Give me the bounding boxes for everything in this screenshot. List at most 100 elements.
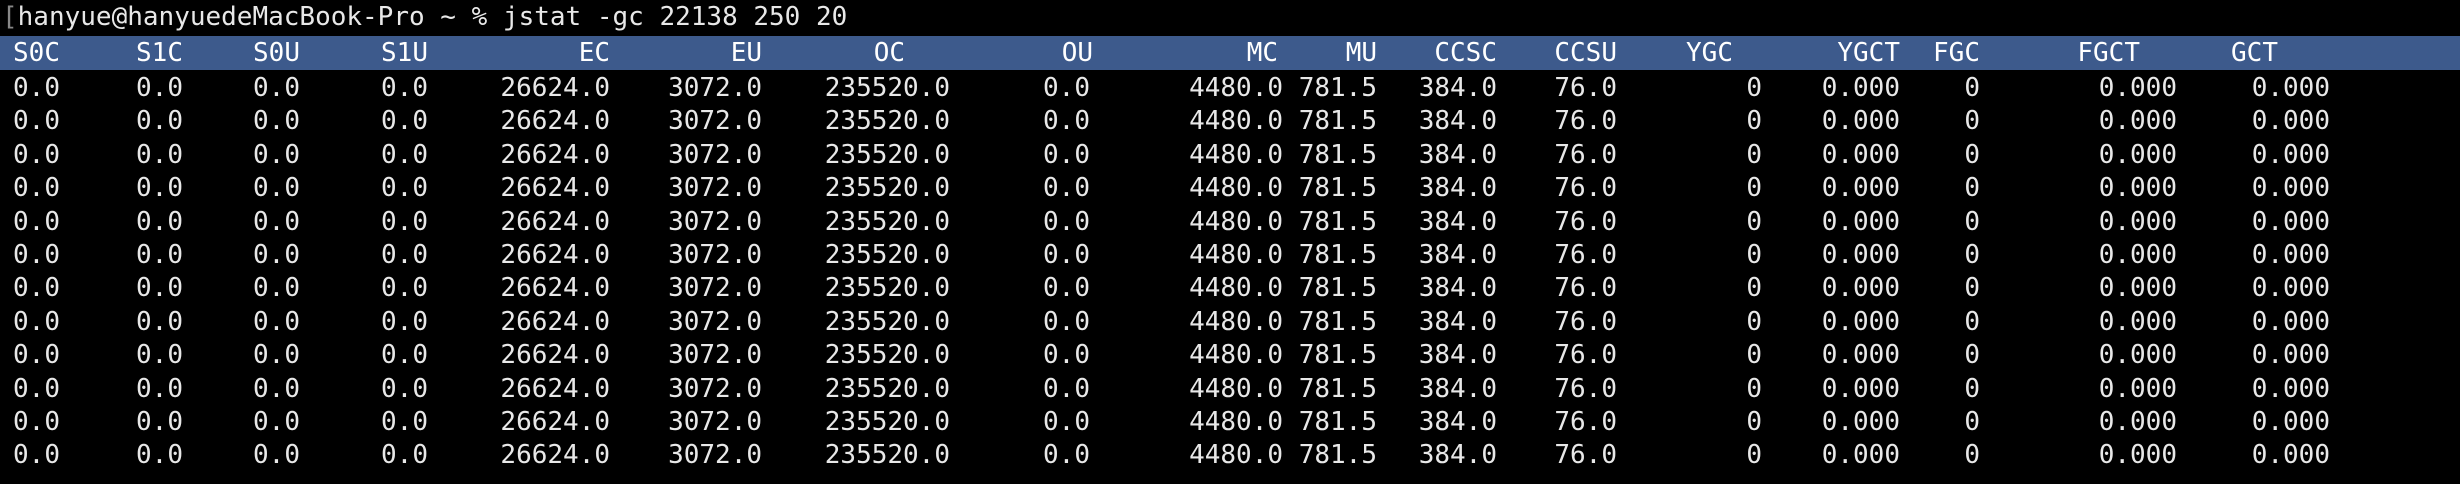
cell-ou: 0.0	[1043, 73, 1090, 103]
cell-mc: 4480.0	[1189, 440, 1283, 470]
cell-ccsc: 384.0	[1418, 440, 1497, 470]
cell-s1u: 0.0	[381, 374, 428, 404]
cell-oc: 235520.0	[824, 407, 950, 437]
cell-mu: 781.5	[1298, 374, 1377, 404]
column-header-s1u: S1U	[381, 38, 428, 68]
cell-gct: 0.000	[2251, 73, 2330, 103]
cell-s1u: 0.0	[381, 273, 428, 303]
prompt-line: [hanyue@hanyuedeMacBook-Pro ~ % jstat -g…	[2, 0, 847, 34]
cell-s1c: 0.0	[136, 340, 183, 370]
cell-s0u: 0.0	[253, 106, 300, 136]
cell-s1c: 0.0	[136, 273, 183, 303]
cell-gct: 0.000	[2251, 106, 2330, 136]
cell-ou: 0.0	[1043, 307, 1090, 337]
column-header-mu: MU	[1345, 38, 1377, 68]
cell-ygc: 0	[1746, 307, 1762, 337]
cell-ec: 26624.0	[500, 407, 610, 437]
cell-eu: 3072.0	[668, 173, 762, 203]
cell-gct: 0.000	[2251, 273, 2330, 303]
cell-gct: 0.000	[2251, 374, 2330, 404]
cell-s0c: 0.0	[13, 207, 60, 237]
cell-gct: 0.000	[2251, 307, 2330, 337]
column-header-s1c: S1C	[136, 38, 183, 68]
cell-ccsc: 384.0	[1418, 273, 1497, 303]
cell-fgct: 0.000	[2098, 240, 2177, 270]
cell-s1c: 0.0	[136, 374, 183, 404]
cell-ec: 26624.0	[500, 140, 610, 170]
cell-ccsc: 384.0	[1418, 407, 1497, 437]
cell-fgc: 0	[1964, 207, 1980, 237]
prompt-bracket: [	[2, 2, 18, 32]
cell-mu: 781.5	[1298, 140, 1377, 170]
column-header-ygc: YGC	[1686, 38, 1733, 68]
cell-eu: 3072.0	[668, 307, 762, 337]
cell-ec: 26624.0	[500, 207, 610, 237]
cell-oc: 235520.0	[824, 440, 950, 470]
cell-oc: 235520.0	[824, 173, 950, 203]
cell-fgc: 0	[1964, 440, 1980, 470]
cell-ccsc: 384.0	[1418, 173, 1497, 203]
cell-fgct: 0.000	[2098, 307, 2177, 337]
cell-eu: 3072.0	[668, 106, 762, 136]
cell-ec: 26624.0	[500, 273, 610, 303]
column-header-mc: MC	[1246, 38, 1278, 68]
cell-ccsu: 76.0	[1554, 240, 1617, 270]
cell-ou: 0.0	[1043, 140, 1090, 170]
cell-ou: 0.0	[1043, 207, 1090, 237]
cell-fgc: 0	[1964, 307, 1980, 337]
cell-fgc: 0	[1964, 140, 1980, 170]
cell-s0u: 0.0	[253, 307, 300, 337]
cell-mu: 781.5	[1298, 340, 1377, 370]
table-row: 0.0 0.0 0.0 0.0 26624.0 3072.0 235520.0 0.0 4480…	[0, 305, 2460, 339]
cell-s1c: 0.0	[136, 207, 183, 237]
cell-s1u: 0.0	[381, 106, 428, 136]
cell-oc: 235520.0	[824, 340, 950, 370]
cell-fgct: 0.000	[2098, 207, 2177, 237]
cell-ccsu: 76.0	[1554, 440, 1617, 470]
table-row: 0.0 0.0 0.0 0.0 26624.0 3072.0 235520.0 0.0 4480…	[0, 338, 2460, 372]
cell-s1u: 0.0	[381, 340, 428, 370]
column-header-ccsu: CCSU	[1554, 38, 1617, 68]
cell-fgc: 0	[1964, 374, 1980, 404]
cell-fgc: 0	[1964, 407, 1980, 437]
cell-fgct: 0.000	[2098, 440, 2177, 470]
cell-mu: 781.5	[1298, 173, 1377, 203]
cell-mu: 781.5	[1298, 307, 1377, 337]
cell-mu: 781.5	[1298, 273, 1377, 303]
cell-gct: 0.000	[2251, 340, 2330, 370]
cell-ygct: 0.000	[1821, 374, 1900, 404]
cell-gct: 0.000	[2251, 440, 2330, 470]
cell-ccsu: 76.0	[1554, 173, 1617, 203]
cell-ygct: 0.000	[1821, 340, 1900, 370]
cell-oc: 235520.0	[824, 307, 950, 337]
prompt-text: hanyue@hanyuedeMacBook-Pro ~ %	[17, 2, 503, 32]
cell-mc: 4480.0	[1189, 173, 1283, 203]
terminal-window[interactable]: [hanyue@hanyuedeMacBook-Pro ~ % jstat -g…	[0, 0, 2460, 484]
cell-fgc: 0	[1964, 106, 1980, 136]
cell-ygct: 0.000	[1821, 106, 1900, 136]
cell-ygc: 0	[1746, 273, 1762, 303]
cell-ec: 26624.0	[500, 73, 610, 103]
cell-s1u: 0.0	[381, 440, 428, 470]
cell-mc: 4480.0	[1189, 273, 1283, 303]
table-row: 0.0 0.0 0.0 0.0 26624.0 3072.0 235520.0 0.0 4480…	[0, 138, 2460, 172]
cell-mc: 4480.0	[1189, 374, 1283, 404]
cell-ygc: 0	[1746, 106, 1762, 136]
cell-gct: 0.000	[2251, 207, 2330, 237]
cell-s1c: 0.0	[136, 240, 183, 270]
cell-ygc: 0	[1746, 73, 1762, 103]
cell-eu: 3072.0	[668, 240, 762, 270]
column-header-s0c: S0C	[13, 38, 60, 68]
table-row: 0.0 0.0 0.0 0.0 26624.0 3072.0 235520.0 0.0 4480…	[0, 238, 2460, 272]
cell-s0u: 0.0	[253, 374, 300, 404]
cell-ccsu: 76.0	[1554, 140, 1617, 170]
cell-s0c: 0.0	[13, 240, 60, 270]
cell-fgct: 0.000	[2098, 273, 2177, 303]
cell-s1c: 0.0	[136, 173, 183, 203]
cell-ec: 26624.0	[500, 240, 610, 270]
cell-s1c: 0.0	[136, 307, 183, 337]
cell-s1c: 0.0	[136, 73, 183, 103]
cell-ccsu: 76.0	[1554, 273, 1617, 303]
cell-ou: 0.0	[1043, 273, 1090, 303]
column-header-oc: OC	[873, 38, 905, 68]
